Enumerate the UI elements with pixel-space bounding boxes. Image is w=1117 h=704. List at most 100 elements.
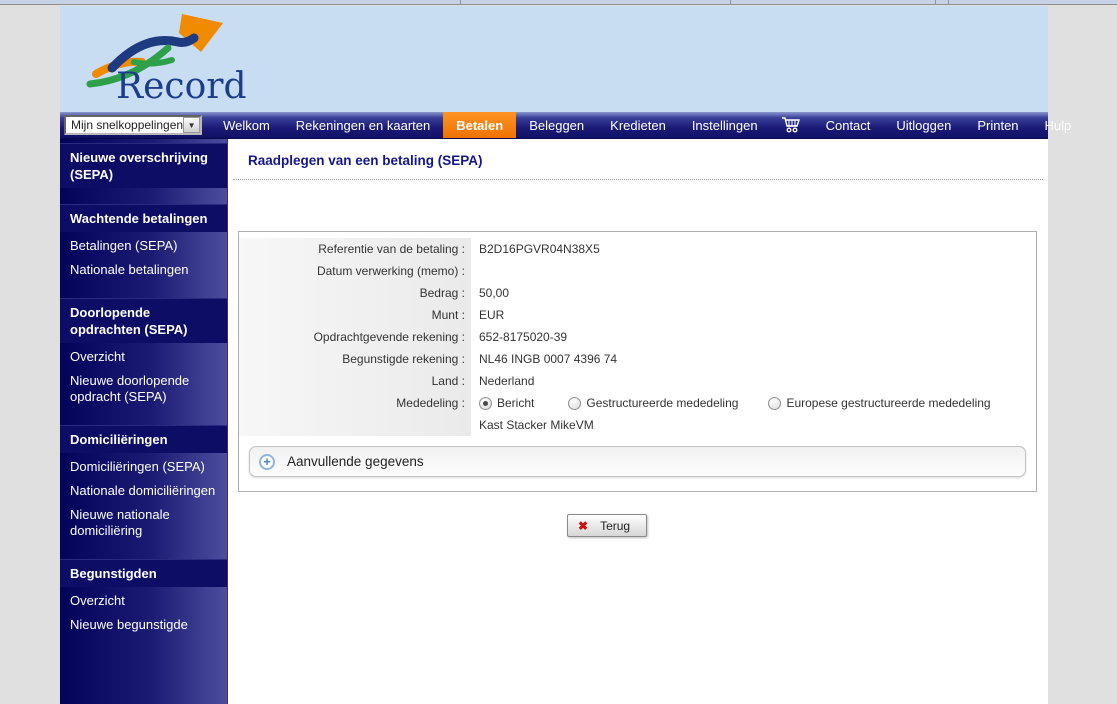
tab-contact[interactable]: Contact <box>813 112 884 138</box>
field-row-opdrachtgevende-rekening: Opdrachtgevende rekening : 652-8175020-3… <box>239 326 1036 348</box>
tab-label: Betalen <box>456 117 504 133</box>
logo-text: Record <box>116 66 247 107</box>
field-value: EUR <box>479 308 505 322</box>
terug-button-label: Terug <box>600 518 631 533</box>
field-row-munt: Munt : EUR <box>239 304 1036 326</box>
main-navbar: Mijn snelkoppelingen ▼ Welkom Rekeningen… <box>60 112 1071 139</box>
radio-group-gestructureerde: Gestructureerde mededeling <box>568 396 738 410</box>
tab-rekeningen-en-kaarten[interactable]: Rekeningen en kaarten <box>283 112 443 138</box>
radio-bericht[interactable] <box>479 396 492 410</box>
field-label: Begunstigde rekening : <box>239 348 471 370</box>
title-separator <box>233 179 1043 180</box>
app-window: Record Mijn snelkoppelingen ▼ Welkom Rek… <box>60 6 1071 704</box>
page-header: Record <box>60 6 1048 112</box>
browser-strip-tick <box>948 0 949 5</box>
field-label: Munt : <box>239 304 471 326</box>
browser-strip-tick <box>730 0 731 5</box>
sidebar-item-overzicht-begunstigden[interactable]: Overzicht <box>60 589 227 613</box>
field-value: Nederland <box>479 374 535 388</box>
sidebar-item-nieuwe-nationale-domiciliering[interactable]: Nieuwe nationale domiciliëring <box>60 503 227 543</box>
tab-printen[interactable]: Printen <box>964 112 1031 138</box>
record-logo-graphic: Record <box>86 14 247 107</box>
field-label: Opdrachtgevende rekening : <box>239 326 471 348</box>
sidebar-section: Nieuwe overschrijving (SEPA) <box>60 143 227 188</box>
field-row-begunstigde-rekening: Begunstigde rekening : NL46 INGB 0007 43… <box>239 348 1036 370</box>
sidebar-section: Domiciliëringen Domiciliëringen (SEPA) N… <box>60 425 227 543</box>
field-label: Land : <box>239 370 471 392</box>
field-row-mededeling: Mededeling : Bericht Gestructureerde med… <box>239 392 1036 414</box>
sidebar-menu: Nieuwe overschrijving (SEPA) Wachtende b… <box>60 139 228 704</box>
record-bank-logo: Record <box>82 10 262 110</box>
field-label: Mededeling : <box>239 392 471 414</box>
field-value: NL46 INGB 0007 4396 74 <box>479 352 618 366</box>
field-label: Referentie van de betaling : <box>239 238 471 260</box>
tab-uitloggen[interactable]: Uitloggen <box>883 112 964 138</box>
sidebar-section: Doorlopende opdrachten (SEPA) Overzicht … <box>60 298 227 409</box>
tab-label: Uitloggen <box>896 117 952 133</box>
radio-group-bericht: Bericht <box>479 396 534 410</box>
radio-label-bericht: Bericht <box>497 396 535 410</box>
expand-panel-label: Aanvullende gegevens <box>287 454 424 469</box>
radio-europese-gestructureerde-mededeling[interactable] <box>768 396 782 410</box>
button-row: ✖ Terug <box>228 514 1048 538</box>
field-label-empty <box>239 414 471 436</box>
field-value: 652-8175020-39 <box>479 330 568 344</box>
tab-welkom[interactable]: Welkom <box>210 112 283 138</box>
tab-label: Beleggen <box>529 117 585 133</box>
sidebar-item-nieuwe-overschrijving-sepa[interactable]: Nieuwe overschrijving (SEPA) <box>60 143 227 188</box>
shopping-cart-icon <box>781 117 800 133</box>
radio-gestructureerde-mededeling[interactable] <box>568 396 582 410</box>
tab-label: Welkom <box>223 117 270 133</box>
field-value: 50,00 <box>479 286 510 300</box>
terug-button[interactable]: ✖ Terug <box>567 514 647 537</box>
sidebar-item-betalingen-sepa[interactable]: Betalingen (SEPA) <box>60 234 227 258</box>
sidebar-section: Begunstigden Overzicht Nieuwe begunstigd… <box>60 559 227 637</box>
sidebar-item-nationale-domicilieringen[interactable]: Nationale domiciliëringen <box>60 479 227 503</box>
payment-details-box: Referentie van de betaling : B2D16PGVR04… <box>238 231 1037 492</box>
page-title: Raadplegen van een betaling (SEPA) <box>248 153 483 168</box>
sidebar-item-domicilieringen-sepa[interactable]: Domiciliëringen (SEPA) <box>60 455 227 479</box>
sidebar-header-doorlopende-opdrachten[interactable]: Doorlopende opdrachten (SEPA) <box>60 298 227 343</box>
field-row-message-text: Kast Stacker MikeVM <box>239 414 1036 436</box>
red-cross-icon: ✖ <box>578 518 589 533</box>
shortcuts-dropdown-value: Mijn snelkoppelingen <box>71 118 184 132</box>
tab-label: Rekeningen en kaarten <box>295 117 431 133</box>
dropdown-arrow-icon[interactable]: ▼ <box>183 117 201 133</box>
sidebar-item-nieuwe-begunstigde[interactable]: Nieuwe begunstigde <box>60 613 227 637</box>
tab-hulp[interactable]: Hulp <box>1032 112 1085 138</box>
sidebar-header-wachtende-betalingen[interactable]: Wachtende betalingen <box>60 204 227 232</box>
sidebar-section: Wachtende betalingen Betalingen (SEPA) N… <box>60 204 227 282</box>
field-label: Bedrag : <box>239 282 471 304</box>
sidebar-item-overzicht-doorlopende[interactable]: Overzicht <box>60 345 227 369</box>
tab-label: Kredieten <box>610 117 666 133</box>
radio-label-europese: Europese gestructureerde mededeling <box>786 396 991 410</box>
radio-group-europese: Europese gestructureerde mededeling <box>768 396 991 410</box>
tab-betalen[interactable]: Betalen <box>443 112 517 138</box>
field-value: B2D16PGVR04N38X5 <box>479 242 600 256</box>
tab-label: Hulp <box>1044 117 1072 133</box>
mededeling-options: Bericht Gestructureerde mededeling Europ… <box>471 396 1017 410</box>
tab-instellingen[interactable]: Instellingen <box>679 112 771 138</box>
sidebar-item-nationale-betalingen[interactable]: Nationale betalingen <box>60 258 227 282</box>
browser-top-strip <box>0 0 1117 5</box>
tab-kredieten[interactable]: Kredieten <box>597 112 679 138</box>
browser-strip-tick <box>460 0 461 5</box>
field-label: Datum verwerking (memo) : <box>239 260 471 282</box>
tab-label: Instellingen <box>691 117 758 133</box>
tab-label: Printen <box>977 117 1019 133</box>
aanvullende-gegevens-panel[interactable]: + Aanvullende gegevens <box>249 446 1026 477</box>
field-row-bedrag: Bedrag : 50,00 <box>239 282 1036 304</box>
radio-label-gestructureerde: Gestructureerde mededeling <box>586 396 739 410</box>
field-row-referentie: Referentie van de betaling : B2D16PGVR04… <box>239 238 1036 260</box>
main-content: Raadplegen van een betaling (SEPA) Refer… <box>228 139 1048 704</box>
expand-plus-icon[interactable]: + <box>259 453 275 470</box>
browser-strip-tick <box>935 0 936 5</box>
tab-label: Contact <box>825 117 871 133</box>
tab-beleggen[interactable]: Beleggen <box>516 112 597 138</box>
sidebar-header-begunstigden[interactable]: Begunstigden <box>60 559 227 587</box>
sidebar-item-nieuwe-doorlopende-opdracht[interactable]: Nieuwe doorlopende opdracht (SEPA) <box>60 369 227 409</box>
sidebar-header-domicilieringen[interactable]: Domiciliëringen <box>60 425 227 453</box>
shortcuts-dropdown[interactable]: Mijn snelkoppelingen ▼ <box>64 115 203 135</box>
field-row-land: Land : Nederland <box>239 370 1036 392</box>
cart-button[interactable] <box>771 112 813 138</box>
